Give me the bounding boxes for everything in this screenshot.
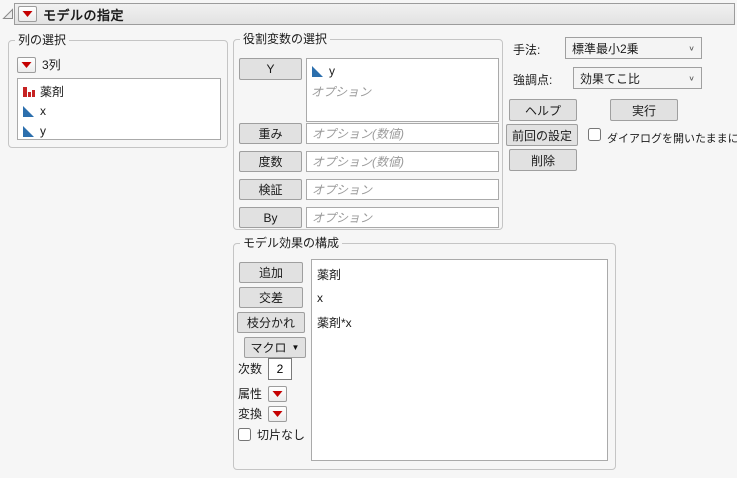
weight-role-button[interactable]: 重み [239,123,302,144]
attributes-menu-icon[interactable] [268,385,288,402]
effect-item[interactable]: 薬剤 [312,262,607,286]
keep-dialog-open-checkbox[interactable] [588,128,601,141]
button-label: 度数 [258,155,283,169]
red-triangle-icon [272,410,283,417]
method-label: 手法: [513,43,541,57]
no-intercept-checkbox[interactable] [238,428,251,441]
title-bar: モデルの指定 [14,3,735,25]
attributes-label: 属性 [238,387,263,401]
no-intercept-label: 切片なし [257,428,306,442]
y-role-item[interactable]: y [307,61,498,81]
by-role-field[interactable]: オプション [306,207,499,228]
recall-button[interactable]: 前回の設定 [506,124,578,146]
cross-effect-button[interactable]: 交差 [239,287,303,308]
button-label: 削除 [530,153,555,168]
nest-effect-button[interactable]: 枝分かれ [237,312,305,333]
continuous-triangle-icon [22,125,35,138]
freq-placeholder: オプション(数値) [312,155,404,169]
button-label: 枝分かれ [246,316,295,330]
transform-menu-icon[interactable] [268,405,288,422]
effect-item[interactable]: 薬剤*x [312,310,607,334]
degree-input[interactable] [268,357,293,380]
transform-row: 変換 [238,405,288,422]
columns-count-row: 3列 [17,56,61,73]
weight-placeholder: オプション(数値) [312,127,404,141]
columns-listbox[interactable]: 薬剤 x y [17,78,221,140]
chevron-down-icon: ∨ [688,73,695,82]
validation-role-button[interactable]: 検証 [239,179,302,200]
by-role-button[interactable]: By [239,207,302,228]
y-role-button[interactable]: Y [239,58,302,80]
macros-menu-button[interactable]: マクロ ▼ [244,337,306,358]
button-label: マクロ [250,341,287,355]
degree-row: 次数 [238,356,293,381]
button-label: Y [266,62,275,76]
transform-label: 変換 [238,407,263,421]
page-title: モデルの指定 [43,7,125,23]
effect-name: 薬剤 [317,267,342,282]
remove-button[interactable]: 削除 [509,149,577,171]
chevron-down-icon: ∨ [688,43,695,52]
button-label: 追加 [258,266,283,280]
weight-role-field[interactable]: オプション(数値) [306,123,499,144]
nominal-bars-icon [22,85,35,98]
model-effects-listbox[interactable]: 薬剤 x 薬剤*x [311,259,608,461]
freq-role-button[interactable]: 度数 [239,151,302,172]
button-label: 前回の設定 [511,128,572,143]
columns-menu-icon[interactable] [17,56,36,73]
dropdown-arrow-icon: ▼ [291,343,300,352]
emphasis-value: 効果てこ比 [580,71,641,86]
column-name: x [40,104,46,118]
red-triangle-icon [21,61,32,68]
column-item[interactable]: y [18,121,220,139]
fit-model-dialog: モデルの指定 列の選択 3列 薬剤 x y 役割変数の選択 Y y オプション … [0,0,737,478]
column-item[interactable]: x [18,101,220,121]
button-label: 交差 [258,291,283,305]
role-item-name: y [329,64,335,78]
button-label: ヘルプ [524,103,561,118]
effect-item[interactable]: x [312,286,607,310]
column-item[interactable]: 薬剤 [18,81,220,101]
continuous-triangle-icon [311,65,324,78]
add-effect-button[interactable]: 追加 [239,262,303,283]
button-label: By [263,210,278,225]
disclosure-open-icon[interactable] [2,8,14,20]
column-selection-group: 列の選択 3列 薬剤 x y [8,33,228,148]
button-label: 検証 [258,183,283,197]
help-button[interactable]: ヘルプ [509,99,577,121]
group-title: モデル効果の構成 [240,236,343,250]
button-label: 重み [258,127,283,141]
role-variables-group: 役割変数の選択 Y y オプション 重み オプション(数値) 度数 オプション(… [233,32,503,230]
by-placeholder: オプション [312,211,373,225]
attributes-row: 属性 [238,385,288,402]
method-value: 標準最小2乗 [572,41,639,56]
model-spec-menu-icon[interactable] [18,6,37,22]
columns-count-label: 3列 [42,58,61,72]
degree-label: 次数 [238,362,263,376]
group-title: 役割変数の選択 [240,32,331,46]
group-title: 列の選択 [15,33,70,47]
emphasis-select[interactable]: 効果てこ比 ∨ [573,67,702,89]
red-triangle-icon [272,390,283,397]
run-button[interactable]: 実行 [610,99,678,121]
validation-role-field[interactable]: オプション [306,179,499,200]
y-roles-listbox[interactable]: y オプション [306,58,499,122]
emphasis-label: 強調点: [513,73,553,87]
model-effects-group: モデル効果の構成 追加 交差 枝分かれ マクロ ▼ 次数 属性 変換 切片なし [233,236,616,470]
no-intercept-row: 切片なし [238,426,305,443]
red-triangle-icon [22,11,33,17]
freq-role-field[interactable]: オプション(数値) [306,151,499,172]
effect-name: 薬剤*x [317,315,352,330]
method-select[interactable]: 標準最小2乗 ∨ [565,37,702,59]
keep-dialog-open-label: ダイアログを開いたままにする [607,133,737,145]
y-placeholder: オプション [311,84,372,99]
continuous-triangle-icon [22,105,35,118]
validation-placeholder: オプション [312,183,373,197]
button-label: 実行 [631,103,656,118]
column-name: y [40,124,46,138]
column-name: 薬剤 [40,84,65,99]
effect-name: x [317,291,323,305]
